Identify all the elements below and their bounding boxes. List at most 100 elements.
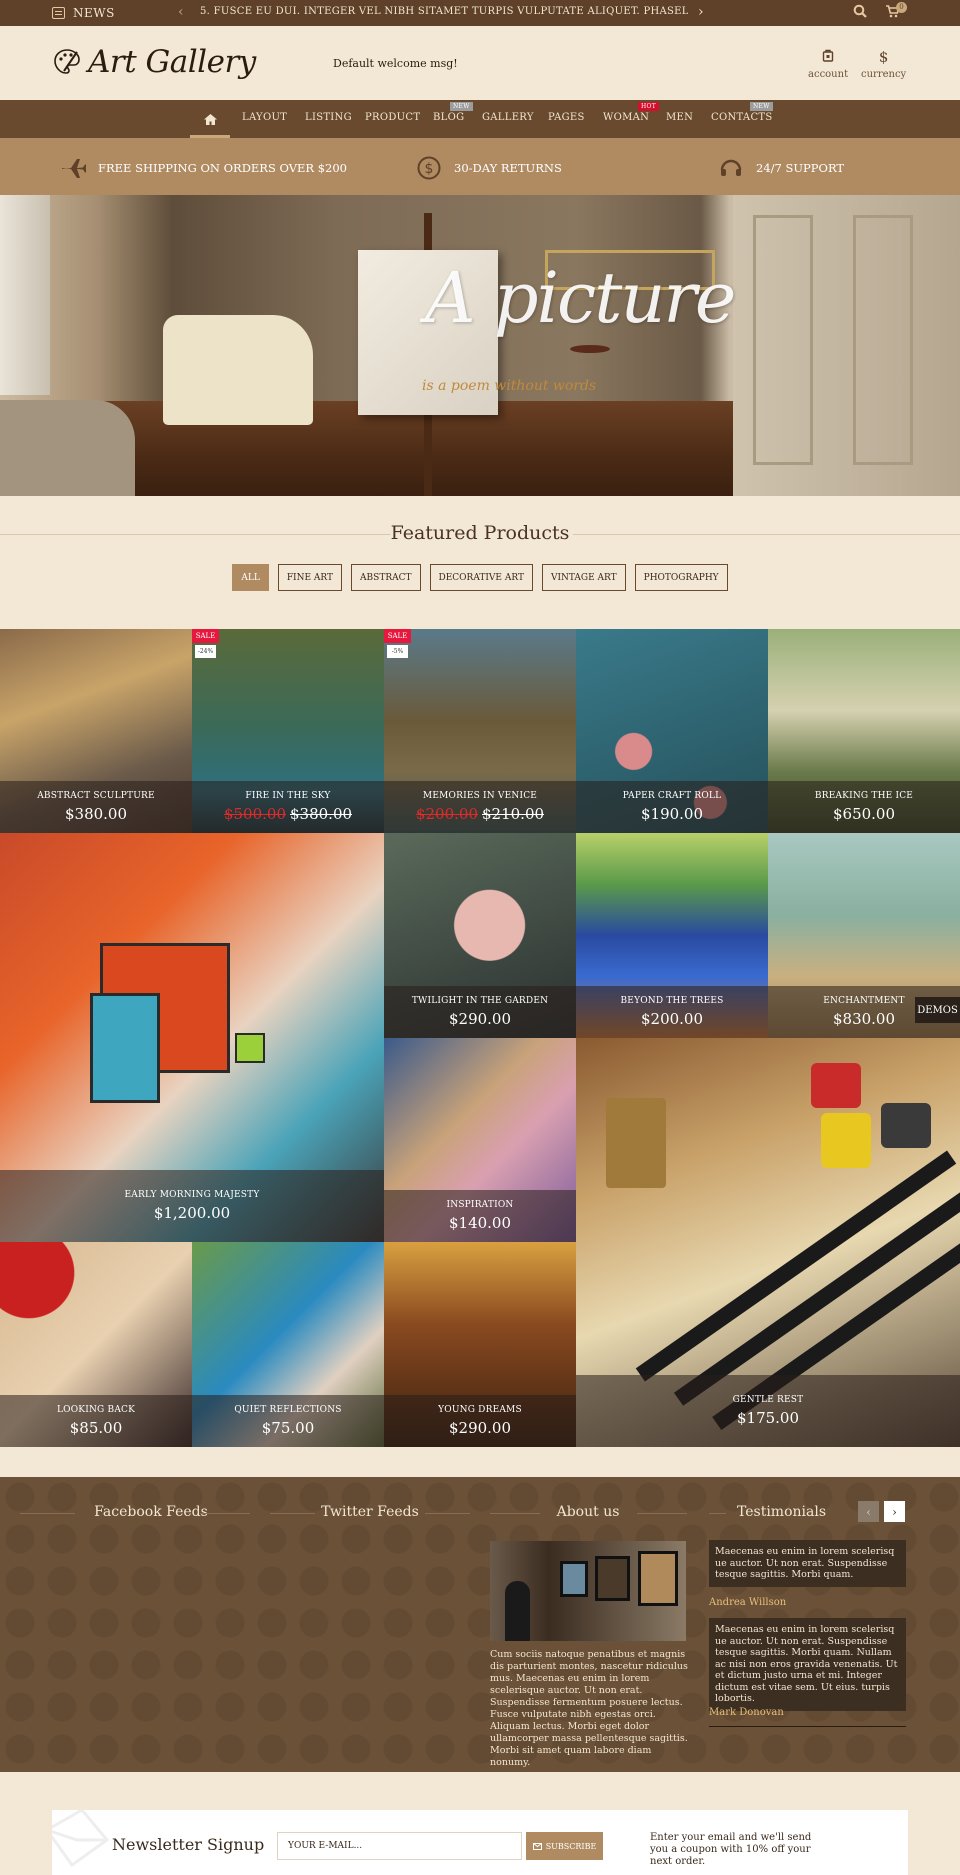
envelope-icon xyxy=(52,1810,110,1868)
product-filters: ALL FINE ART ABSTRACT DECORATIVE ART VIN… xyxy=(0,564,960,591)
featured-title: Featured Products xyxy=(390,522,570,544)
ticker-prev-icon[interactable]: ‹ xyxy=(178,4,184,20)
demos-button[interactable]: DEMOS xyxy=(915,997,960,1023)
subscribe-button[interactable]: SUBSCRIBE xyxy=(526,1832,603,1860)
twitter-feeds-title: Twitter Feeds xyxy=(321,1504,419,1520)
product-name: EARLY MORNING MAJESTY xyxy=(124,1190,260,1200)
new-badge: NEW xyxy=(450,102,473,111)
product-price: $290.00 xyxy=(448,1419,512,1437)
product-tile[interactable]: YOUNG DREAMS $290.00 xyxy=(384,1242,576,1447)
news-label: NEWS xyxy=(73,6,115,20)
product-tile[interactable]: QUIET REFLECTIONS $75.00 xyxy=(192,1242,384,1447)
filter-vintage-art[interactable]: VINTAGE ART xyxy=(541,564,626,591)
sale-badge: SALE -5% xyxy=(384,629,411,658)
product-tile[interactable]: SALE -5% MEMORIES IN VENICE $200.00 $210.… xyxy=(384,629,576,833)
email-input[interactable]: YOUR E-MAIL... xyxy=(277,1832,522,1860)
product-name: BREAKING THE ICE xyxy=(814,791,914,801)
product-caption: QUIET REFLECTIONS $75.00 xyxy=(192,1395,384,1447)
discount-label: -24% xyxy=(195,645,216,658)
product-name: MEMORIES IN VENICE xyxy=(422,791,538,801)
about-us-image xyxy=(490,1541,686,1641)
account-label: account xyxy=(808,69,849,80)
product-name: PAPER CRAFT ROLL xyxy=(622,791,722,801)
testimonial-author[interactable]: Mark Donovan xyxy=(709,1707,784,1718)
testimonial-prev-button[interactable]: ‹ xyxy=(858,1501,879,1522)
filter-fine-art[interactable]: FINE ART xyxy=(277,564,343,591)
product-tile[interactable]: PAPER CRAFT ROLL $190.00 xyxy=(576,629,768,833)
nav-item-gallery[interactable]: GALLERY xyxy=(482,112,534,123)
nav-home[interactable] xyxy=(190,100,230,138)
product-price: $1,200.00 xyxy=(153,1204,231,1222)
headset-icon xyxy=(718,155,744,181)
product-name: TWILIGHT IN THE GARDEN xyxy=(411,996,549,1006)
product-tile[interactable]: EARLY MORNING MAJESTY $1,200.00 xyxy=(0,833,384,1242)
product-caption: TWILIGHT IN THE GARDEN $290.00 xyxy=(384,986,576,1038)
hero-banner[interactable]: A picture is a poem without words xyxy=(0,195,960,496)
product-caption: PAPER CRAFT ROLL $190.00 xyxy=(576,781,768,833)
logo-text: Art Gallery xyxy=(88,44,256,80)
product-tile[interactable]: SALE -24% FIRE IN THE SKY $500.00 $380.00 xyxy=(192,629,384,833)
photo-frame xyxy=(595,1556,630,1601)
door-panel xyxy=(753,215,813,465)
nav-item-pages[interactable]: PAGES xyxy=(548,112,585,123)
product-tile[interactable]: LOOKING BACK $85.00 xyxy=(0,1242,192,1447)
mail-icon xyxy=(532,1842,542,1850)
hero-title: A picture xyxy=(425,257,736,339)
hot-badge: HOT xyxy=(638,102,660,111)
divider xyxy=(200,1513,250,1514)
service-returns: $ 30-DAY RETURNS xyxy=(416,155,562,181)
service-label: FREE SHIPPING ON ORDERS OVER $200 xyxy=(98,161,348,175)
ticker-next-icon[interactable]: › xyxy=(698,4,704,20)
subscribe-label: SUBSCRIBE xyxy=(545,1841,597,1851)
product-tile[interactable]: TWILIGHT IN THE GARDEN $290.00 xyxy=(384,833,576,1038)
photo-frame xyxy=(638,1551,678,1606)
filter-abstract[interactable]: ABSTRACT xyxy=(351,564,421,591)
cart-count-badge: 0 xyxy=(896,1,907,13)
logo[interactable]: Art Gallery xyxy=(52,44,256,80)
nav-item-contacts[interactable]: CONTACTS NEW xyxy=(711,102,773,123)
product-tile[interactable]: BREAKING THE ICE $650.00 xyxy=(768,629,960,833)
product-price: $380.00 xyxy=(64,805,128,823)
nav-item-layout[interactable]: LAYOUT xyxy=(242,112,287,123)
service-free-shipping: FREE SHIPPING ON ORDERS OVER $200 xyxy=(60,155,347,181)
product-caption: BEYOND THE TREES $200.00 xyxy=(576,986,768,1038)
filter-all[interactable]: ALL xyxy=(232,564,269,591)
about-us-title: About us xyxy=(556,1504,620,1520)
product-tile[interactable]: BEYOND THE TREES $200.00 xyxy=(576,833,768,1038)
product-tile[interactable]: INSPIRATION $140.00 xyxy=(384,1038,576,1242)
news-label-group: NEWS xyxy=(52,6,115,20)
product-price: $140.00 xyxy=(448,1214,512,1232)
nav-item-blog[interactable]: BLOG NEW xyxy=(433,102,473,123)
featured-section: Featured Products ALL FINE ART ABSTRACT … xyxy=(0,496,960,629)
nav-item-men[interactable]: MEN xyxy=(666,112,693,123)
product-tile[interactable]: ABSTRACT SCULPTURE $380.00 xyxy=(0,629,192,833)
search-icon[interactable] xyxy=(853,4,867,21)
product-price: $75.00 xyxy=(261,1419,315,1437)
dollar-coin-icon: $ xyxy=(416,155,442,181)
pencil xyxy=(635,1150,957,1382)
account-link[interactable]: account xyxy=(808,48,848,80)
product-price: $200.00 xyxy=(640,1010,704,1028)
product-price: $290.00 xyxy=(448,1010,512,1028)
product-tile[interactable]: GENTLE REST $175.00 xyxy=(576,1038,960,1447)
nav-item-product[interactable]: PRODUCT xyxy=(365,112,420,123)
paint-jar xyxy=(881,1103,931,1148)
filter-photography[interactable]: PHOTOGRAPHY xyxy=(634,564,728,591)
old-price: $200.00 xyxy=(415,805,478,823)
palette-icon xyxy=(54,49,80,74)
filter-decorative-art[interactable]: DECORATIVE ART xyxy=(429,564,533,591)
pencil xyxy=(673,1186,960,1406)
nav-item-listing[interactable]: LISTING xyxy=(305,112,352,123)
plane-icon xyxy=(60,155,86,181)
service-support: 24/7 SUPPORT xyxy=(718,155,844,181)
news-ticker[interactable]: 5. FUSCE EU DUI. INTEGER VEL NIBH SITAME… xyxy=(200,6,688,17)
testimonial-author[interactable]: Andrea Willson xyxy=(709,1597,786,1608)
cart-icon[interactable]: 0 xyxy=(885,1,907,21)
nav-item-woman[interactable]: WOMAN HOT xyxy=(603,102,660,123)
sale-label: SALE xyxy=(384,629,411,643)
new-badge: NEW xyxy=(750,102,773,111)
currency-link[interactable]: $ currency xyxy=(861,48,906,80)
product-price: $175.00 xyxy=(736,1409,800,1427)
product-name: YOUNG DREAMS xyxy=(438,1405,522,1415)
testimonial-next-button[interactable]: › xyxy=(884,1501,905,1522)
